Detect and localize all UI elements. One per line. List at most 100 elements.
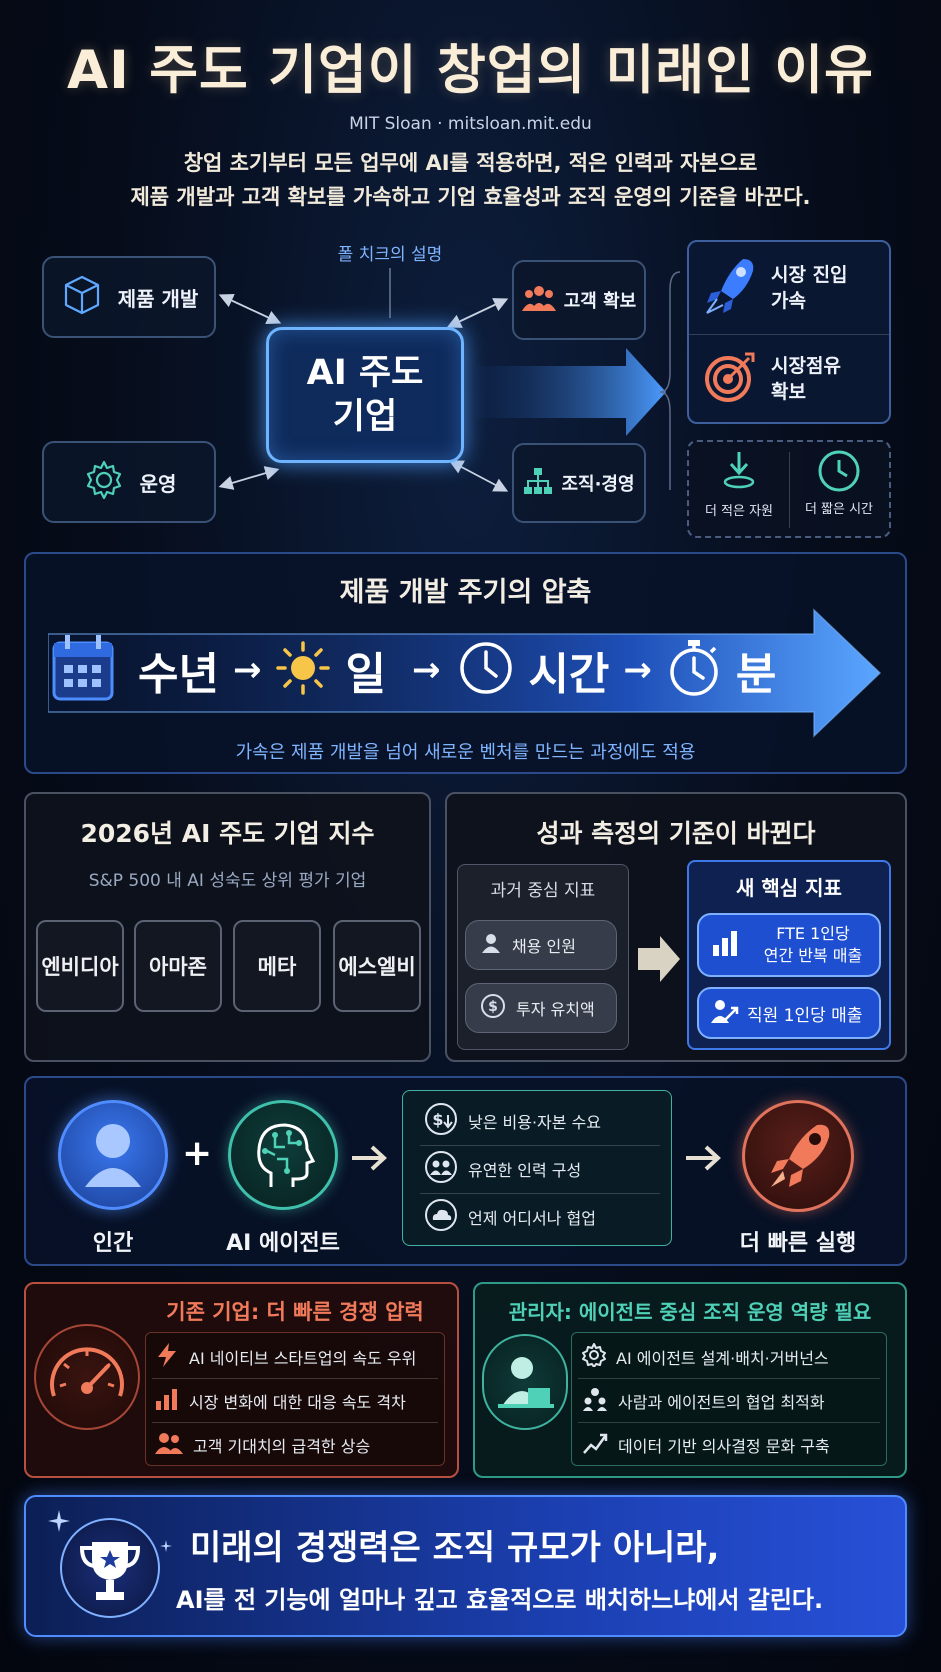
index-subtitle: S&P 500 내 AI 성숙도 상위 평가 기업: [88, 871, 367, 891]
cycle-step-days: 일: [345, 649, 386, 700]
benefit-flexible-staff: 유연한 인력 구성: [424, 1148, 664, 1190]
benefit-collaboration-label: 언제 어디서나 협업: [468, 1209, 596, 1228]
calendar-icon: [50, 633, 116, 707]
manager-divider-1: [578, 1378, 880, 1379]
result-market-share: 시장점유 확보: [689, 335, 889, 423]
hub-node-product: 제품 개발: [42, 256, 216, 338]
new-metric-revenue-per-employee: 직원 1인당 매출: [697, 987, 881, 1039]
conclusion-line-1: 미래의 경쟁력은 조직 규모가 아니라,: [190, 1528, 720, 1568]
hub-node-product-label: 제품 개발: [117, 286, 199, 311]
sparkle-icon: [48, 1510, 70, 1532]
benefit-divider-2: [420, 1193, 660, 1194]
hub-center-line-1: AI 주도: [306, 353, 424, 393]
manager-divider-2: [578, 1422, 880, 1423]
human-label: 인간: [92, 1231, 134, 1256]
rocket-icon: [703, 255, 757, 321]
efficiency-time: 더 짧은 시간: [789, 448, 889, 517]
team-icon: [582, 1387, 608, 1415]
manager-item-3: 데이터 기반 의사결정 문화 구축: [582, 1426, 882, 1464]
result-market-share-line-1: 시장점유: [771, 355, 841, 377]
result-market-entry-line-1: 시장 진입: [771, 264, 848, 286]
incumbent-divider-1: [152, 1378, 438, 1379]
cycle-step-minutes: 분: [735, 649, 777, 700]
combo-arrow-1: [352, 1145, 387, 1171]
ai-head-icon: [257, 1123, 316, 1187]
person-growth-icon: [711, 998, 739, 1028]
result-faster-label: 더 빠른 실행: [739, 1231, 857, 1256]
hub-node-organization: 조직·경영: [512, 443, 646, 523]
cycle-arrow-2: →: [411, 650, 441, 690]
efficiency-resources-label: 더 적은 자원: [704, 504, 774, 519]
benefit-low-cost-label: 낮은 비용·자본 수요: [468, 1113, 602, 1132]
incumbent-item-1-label: AI 네이티브 스타트업의 속도 우위: [189, 1349, 417, 1368]
hub-center-line-2: 기업: [332, 397, 398, 437]
benefit-flexible-staff-label: 유연한 인력 구성: [468, 1161, 582, 1180]
cloud-icon: [424, 1198, 458, 1236]
manager-item-1: AI 에이전트 설계·배치·거버넌스: [582, 1338, 882, 1376]
rocket-icon: [771, 1124, 830, 1187]
old-metric-funding-label: 투자 유치액: [516, 1000, 595, 1019]
result-market-entry-line-2: 가속: [771, 290, 806, 312]
result-rocket-avatar: [742, 1100, 854, 1212]
incumbents-title: 기존 기업: 더 빠른 경쟁 압력: [166, 1300, 424, 1324]
ai-agent-label: AI 에이전트: [226, 1231, 340, 1256]
hub-node-customer: 고객 확보: [512, 260, 646, 340]
cycle-arrow-1: →: [232, 650, 262, 690]
conclusion-line-2: AI를 전 기능에 얼마나 깊고 효율적으로 배치하느냐에서 갈린다.: [176, 1586, 824, 1614]
manager-laptop-icon: [498, 1357, 554, 1408]
managers-title: 관리자: 에이전트 중심 조직 운영 역량 필요: [508, 1300, 872, 1324]
result-market-share-line-2: 확보: [771, 381, 806, 403]
target-icon: [703, 350, 757, 408]
old-metric-hires-label: 채용 인원: [512, 937, 576, 956]
plus-sign: +: [182, 1133, 213, 1174]
download-icon: [719, 452, 759, 498]
person-icon: [85, 1124, 141, 1187]
bar-chart-icon: [711, 929, 739, 961]
hub-results-panel: 시장 진입 가속 시장점유 확보: [687, 240, 891, 424]
trophy-icon: [79, 1542, 141, 1600]
old-metric-funding: $ 투자 유치액: [465, 983, 617, 1033]
cycle-title: 제품 개발 주기의 압축: [339, 577, 592, 608]
hub-center-node: AI 주도 기업: [266, 327, 464, 463]
cycle-step-years: 수년: [138, 649, 219, 700]
company-nvidia: 엔비디아: [36, 920, 124, 1012]
new-metric-arr-line-2: 연간 반복 매출: [763, 946, 863, 965]
hub-node-operations-label: 운영: [139, 471, 177, 496]
svg-text:$: $: [488, 999, 498, 1015]
cycle-caption: 가속은 제품 개발을 넘어 새로운 벤처를 만드는 과정에도 적용: [235, 742, 696, 763]
benefit-low-cost: $ 낮은 비용·자본 수요: [424, 1100, 664, 1142]
cycle-step-hours: 시간: [528, 649, 610, 700]
human-avatar: [58, 1100, 168, 1210]
manager-avatar: [482, 1334, 568, 1430]
manager-item-3-label: 데이터 기반 의사결정 문화 구축: [618, 1437, 830, 1456]
clock-icon: [816, 450, 862, 498]
hub-node-customer-label: 고객 확보: [563, 291, 637, 312]
new-metrics-header: 새 핵심 지표: [736, 876, 842, 900]
manager-item-2-label: 사람과 에이전트의 협업 최적화: [618, 1393, 825, 1412]
cube-icon: [60, 273, 104, 322]
old-metrics-header: 과거 중심 지표: [490, 881, 596, 901]
metrics-arrow-icon: [638, 936, 680, 982]
gear-icon: [82, 458, 126, 507]
hub-node-organization-label: 조직·경영: [561, 474, 635, 495]
incumbent-item-3: 고객 기대치의 급격한 상승: [155, 1426, 445, 1464]
dollar-down-icon: $: [424, 1102, 458, 1140]
hub-big-arrow: [476, 348, 666, 436]
sparkle-icon: [160, 1540, 172, 1552]
index-title: 2026년 AI 주도 기업 지수: [80, 819, 375, 848]
incumbent-divider-2: [152, 1422, 438, 1423]
cycle-steps: 수년 → 일 → 시간 → 분: [50, 630, 850, 710]
metrics-title: 성과 측정의 기준이 바뀐다: [536, 819, 816, 848]
manager-item-1-label: AI 에이전트 설계·배치·거버넌스: [616, 1349, 829, 1368]
people-icon: [521, 283, 556, 318]
old-metric-hires: 채용 인원: [465, 920, 617, 970]
manager-item-2: 사람과 에이전트의 협업 최적화: [582, 1382, 882, 1420]
benefit-collaboration: 언제 어디서나 협업: [424, 1196, 664, 1238]
team-icon: [424, 1150, 458, 1188]
efficiency-resources: 더 적은 자원: [689, 448, 789, 519]
person-icon: [480, 932, 502, 958]
bar-chart-icon: [155, 1387, 179, 1415]
speedometer-avatar: [34, 1324, 140, 1430]
gear-icon: [582, 1343, 606, 1371]
incumbent-item-3-label: 고객 기대치의 급격한 상승: [193, 1437, 371, 1456]
